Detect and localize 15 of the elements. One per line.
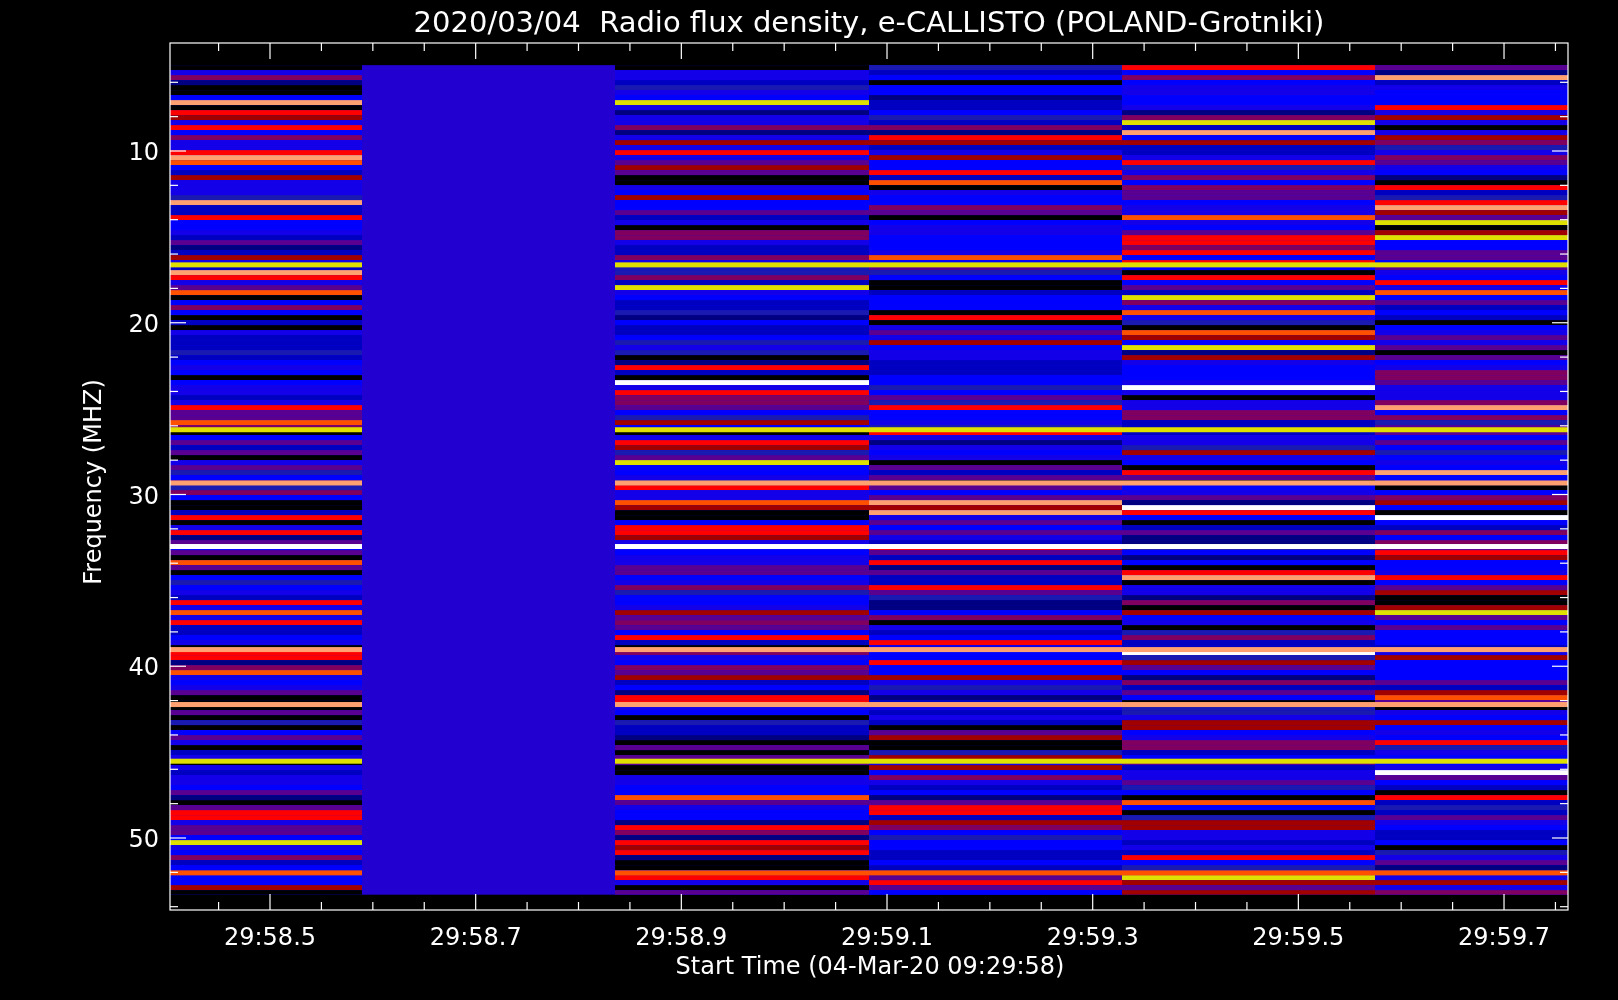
x-tick-label: 29:59.3 bbox=[1046, 923, 1139, 951]
x-tick-label: 29:58.7 bbox=[429, 923, 522, 951]
y-tick-label: 10 bbox=[128, 138, 159, 166]
x-tick-label: 29:58.5 bbox=[223, 923, 317, 951]
y-tick-label: 30 bbox=[128, 481, 159, 510]
x-tick-label: 29:59.7 bbox=[1458, 923, 1551, 951]
x-tick-label: 29:59.5 bbox=[1252, 923, 1345, 951]
y-tick-label: 50 bbox=[128, 825, 159, 853]
chart-title: 2020/03/04 Radio flux density, e-CALLISTO (POLAND-Grotniki) bbox=[413, 5, 1325, 39]
x-axis-label: Start Time (04-Mar-20 09:29:58) bbox=[675, 952, 1065, 980]
x-tick-label: 29:58.9 bbox=[635, 923, 728, 951]
y-axis-label: Frequency (MHZ) bbox=[79, 379, 107, 585]
y-tick-label: 20 bbox=[128, 309, 159, 338]
y-tick-label: 40 bbox=[128, 653, 159, 682]
x-tick-label: 29:59.1 bbox=[841, 923, 934, 951]
